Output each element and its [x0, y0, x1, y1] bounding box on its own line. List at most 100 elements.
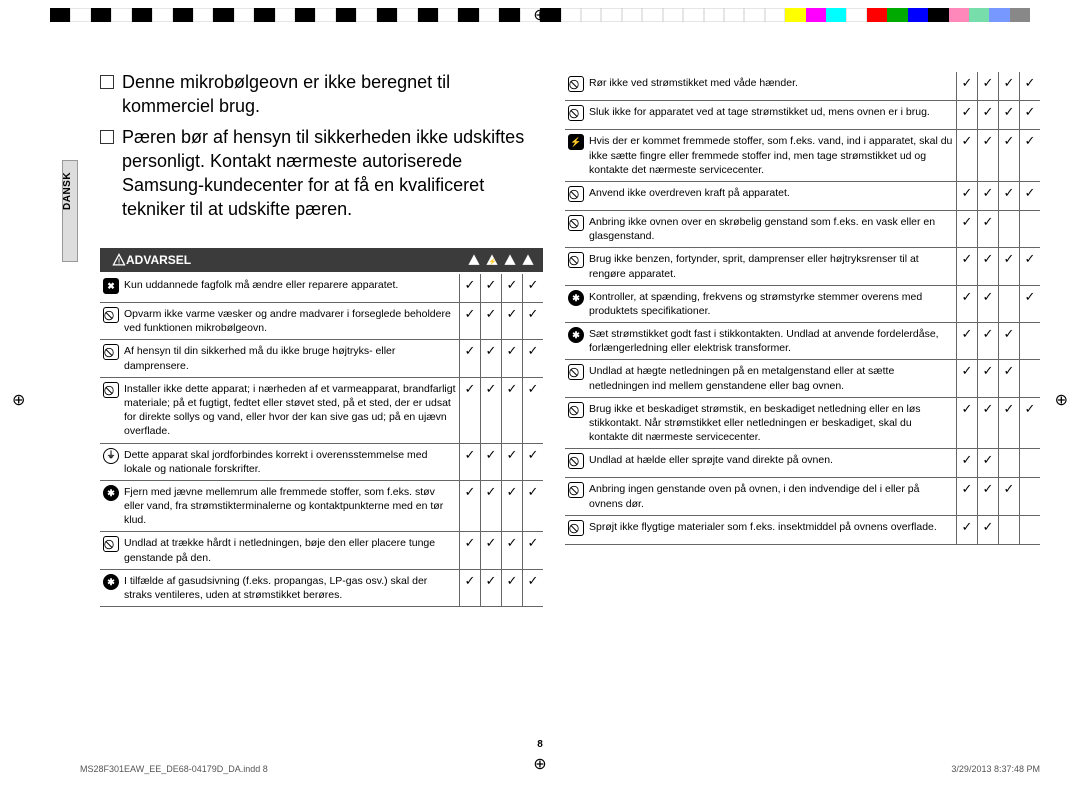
- checkmark-icon: ✓: [1025, 75, 1036, 90]
- checkmark-icon: ✓: [465, 484, 476, 499]
- table-row: Brug ikke benzen, fortynder, sprit, damp…: [565, 248, 1040, 285]
- checkmark-icon: ✓: [528, 277, 539, 292]
- check-cell: ✓: [502, 443, 523, 480]
- check-cell: ✓: [957, 72, 978, 101]
- table-row: Dette apparat skal jordforbindes korrekt…: [100, 443, 543, 480]
- checkmark-icon: ✓: [983, 452, 994, 467]
- prohibit-icon: [568, 252, 584, 268]
- prohibit-icon: [568, 76, 584, 92]
- checkmark-icon: ✓: [465, 277, 476, 292]
- checkmark-icon: ✓: [1004, 104, 1015, 119]
- right-column: Rør ikke ved strømstikket med våde hænde…: [565, 70, 1040, 732]
- check-cell: ✓: [999, 323, 1020, 360]
- check-cell: ✓: [460, 274, 481, 303]
- check-cell: ✓: [460, 532, 481, 569]
- check-cell: ✓: [481, 340, 502, 377]
- svg-text:⚡: ⚡: [489, 257, 497, 265]
- checkmark-icon: ✓: [486, 447, 497, 462]
- check-cell: ✓: [481, 443, 502, 480]
- checkmark-icon: ✓: [507, 277, 518, 292]
- checkmark-icon: ✓: [465, 381, 476, 396]
- checkmark-icon: ✓: [962, 104, 973, 119]
- bullet-icon: [100, 75, 114, 89]
- rule-text: Installer ikke dette apparat; i nærheden…: [122, 377, 460, 443]
- left-column: Denne mikrobølgeovn er ikke beregnet til…: [100, 70, 543, 732]
- checkmark-icon: ✓: [465, 573, 476, 588]
- check-cell: ✓: [502, 532, 523, 569]
- check-cell: ✓: [978, 397, 999, 449]
- checkmark-icon: ✓: [528, 343, 539, 358]
- warning-header: ! ADVARSEL ⚡: [100, 248, 543, 272]
- checkmark-icon: ✓: [486, 343, 497, 358]
- check-cell: ✓: [978, 181, 999, 210]
- checkmark-icon: ✓: [962, 133, 973, 148]
- check-cell: ✓: [460, 303, 481, 340]
- table-row: Anbring ikke ovnen over en skrøbelig gen…: [565, 211, 1040, 248]
- checkmark-icon: ✓: [962, 185, 973, 200]
- checkmark-icon: ✓: [1025, 289, 1036, 304]
- checkmark-icon: ✓: [465, 306, 476, 321]
- checkmark-icon: ✓: [465, 535, 476, 550]
- check-cell: ✓: [460, 569, 481, 606]
- rule-text: Sprøjt ikke flygtige materialer som f.ek…: [587, 515, 957, 544]
- table-row: Anvend ikke overdreven kraft på apparate…: [565, 181, 1040, 210]
- footer-datetime: 3/29/2013 8:37:48 PM: [951, 764, 1040, 774]
- prohibit-icon: [568, 482, 584, 498]
- check-cell: [1020, 478, 1041, 515]
- check-cell: ✓: [957, 360, 978, 397]
- checkmark-icon: ✓: [1004, 363, 1015, 378]
- checkmark-icon: ✓: [962, 75, 973, 90]
- checkmark-icon: ✓: [983, 214, 994, 229]
- check-cell: [999, 449, 1020, 478]
- check-cell: ✓: [978, 478, 999, 515]
- check-cell: [999, 515, 1020, 544]
- check-cell: ✓: [523, 303, 544, 340]
- check-cell: ✓: [978, 72, 999, 101]
- rule-text: Anbring ingen genstande oven på ovnen, i…: [587, 478, 957, 515]
- rule-text: Brug ikke benzen, fortynder, sprit, damp…: [587, 248, 957, 285]
- checkmark-icon: ✓: [1025, 133, 1036, 148]
- check-cell: ✓: [1020, 101, 1041, 130]
- table-row: Undlad at hælde eller sprøjte vand direk…: [565, 449, 1040, 478]
- rule-text: Hvis der er kommet fremmede stoffer, som…: [587, 130, 957, 182]
- checkmark-icon: ✓: [486, 381, 497, 396]
- checkmark-icon: ✓: [1004, 401, 1015, 416]
- check-cell: ✓: [957, 130, 978, 182]
- checkmark-icon: ✓: [962, 481, 973, 496]
- warning-triangle-icon: [467, 253, 481, 267]
- check-cell: ✓: [460, 443, 481, 480]
- table-row: Undlad at trække hårdt i netledningen, b…: [100, 532, 543, 569]
- check-cell: [1020, 360, 1041, 397]
- check-cell: [999, 211, 1020, 248]
- checkmark-icon: ✓: [962, 401, 973, 416]
- check-cell: ✓: [502, 303, 523, 340]
- action-icon: [103, 485, 119, 501]
- check-cell: ✓: [502, 569, 523, 606]
- rule-text: Rør ikke ved strømstikket med våde hænde…: [587, 72, 957, 101]
- checkmark-icon: ✓: [983, 481, 994, 496]
- ground-icon: [103, 448, 119, 464]
- checkmark-icon: ✓: [507, 306, 518, 321]
- table-row: I tilfælde af gasudsivning (f.eks. propa…: [100, 569, 543, 606]
- rule-text: Sæt strømstikket godt fast i stikkontakt…: [587, 323, 957, 360]
- print-footer: MS28F301EAW_EE_DE68-04179D_DA.indd 8 3/2…: [80, 764, 1040, 774]
- check-cell: ✓: [502, 480, 523, 532]
- check-cell: ✓: [481, 377, 502, 443]
- plug-icon: [568, 134, 584, 150]
- check-cell: ✓: [957, 478, 978, 515]
- check-cell: ✓: [978, 211, 999, 248]
- checkmark-icon: ✓: [1004, 251, 1015, 266]
- check-cell: ✓: [523, 569, 544, 606]
- check-cell: ✓: [999, 397, 1020, 449]
- check-cell: ✓: [1020, 72, 1041, 101]
- rule-text: Kontroller, at spænding, frekvens og str…: [587, 285, 957, 322]
- check-cell: ✓: [1020, 248, 1041, 285]
- warning-label: ADVARSEL: [126, 252, 463, 268]
- check-cell: ✓: [460, 480, 481, 532]
- checkmark-icon: ✓: [486, 306, 497, 321]
- checkmark-icon: ✓: [983, 75, 994, 90]
- action-icon: [103, 574, 119, 590]
- table-row: Rør ikke ved strømstikket med våde hænde…: [565, 72, 1040, 101]
- checkmark-icon: ✓: [962, 452, 973, 467]
- check-cell: ✓: [481, 569, 502, 606]
